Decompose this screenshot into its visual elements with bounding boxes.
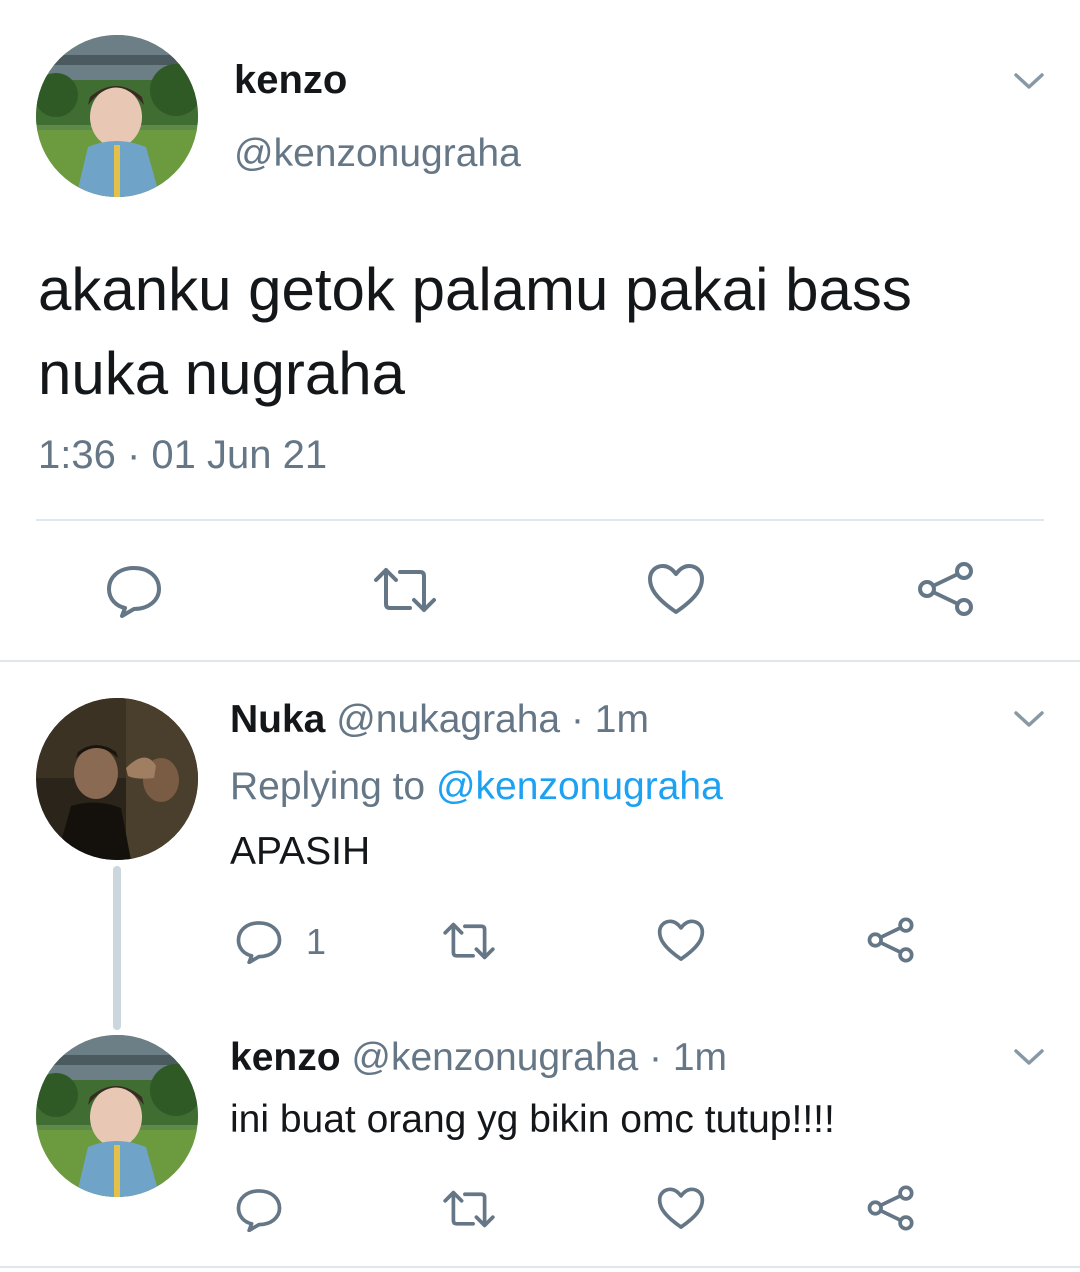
share-icon[interactable]	[866, 916, 916, 964]
replying-to-handle[interactable]: @kenzonugraha	[436, 765, 723, 808]
author-name[interactable]: kenzo	[234, 58, 347, 103]
like-icon[interactable]	[646, 562, 706, 618]
tweet-text: akanku getok palamu pakai bass nuka nugr…	[38, 248, 912, 416]
reply-time[interactable]: · 1m	[649, 1036, 727, 1079]
reply-author-name[interactable]: Nuka	[230, 698, 325, 741]
author-avatar[interactable]	[36, 35, 198, 197]
reply-icon[interactable]	[234, 1186, 284, 1232]
reply-icon[interactable]	[104, 562, 164, 618]
reply-text: ini buat orang yg bikin omc tutup!!!!	[230, 1098, 835, 1141]
bottom-divider	[0, 1266, 1080, 1268]
share-icon[interactable]	[916, 560, 976, 618]
reply-avatar-nuka[interactable]	[36, 698, 198, 860]
tweet-text-line-2: nuka nugraha	[38, 340, 405, 407]
chevron-down-icon[interactable]	[1012, 70, 1046, 92]
reply-count: 1	[306, 921, 327, 962]
author-handle[interactable]: @kenzonugraha	[234, 132, 521, 176]
reply-header: Nuka @nukagraha · 1m	[230, 698, 649, 742]
replying-to-label: Replying to	[230, 765, 426, 808]
tweet-text-line-1: akanku getok palamu pakai bass	[38, 256, 912, 323]
reply-time[interactable]: · 1m	[571, 698, 649, 741]
replying-to: Replying to @kenzonugraha	[230, 765, 723, 809]
reply-author-name[interactable]: kenzo	[230, 1036, 341, 1079]
retweet-icon[interactable]	[440, 918, 498, 964]
reply-icon[interactable]	[234, 918, 284, 964]
reply-avatar-kenzo[interactable]	[36, 1035, 198, 1197]
reply-author-handle[interactable]: @kenzonugraha	[351, 1036, 638, 1079]
share-icon[interactable]	[866, 1184, 916, 1232]
like-icon[interactable]	[656, 918, 706, 964]
thread-connector	[113, 866, 121, 1030]
retweet-icon[interactable]	[370, 562, 440, 618]
main-divider	[36, 519, 1044, 521]
section-divider	[0, 660, 1080, 662]
retweet-icon[interactable]	[440, 1186, 498, 1232]
like-icon[interactable]	[656, 1186, 706, 1232]
chevron-down-icon[interactable]	[1012, 1046, 1046, 1068]
reply-author-handle[interactable]: @nukagraha	[336, 698, 560, 741]
reply-header: kenzo @kenzonugraha · 1m	[230, 1036, 727, 1080]
tweet-timestamp[interactable]: 1:36 · 01 Jun 21	[38, 433, 327, 478]
chevron-down-icon[interactable]	[1012, 708, 1046, 730]
reply-text: APASIH	[230, 830, 371, 873]
